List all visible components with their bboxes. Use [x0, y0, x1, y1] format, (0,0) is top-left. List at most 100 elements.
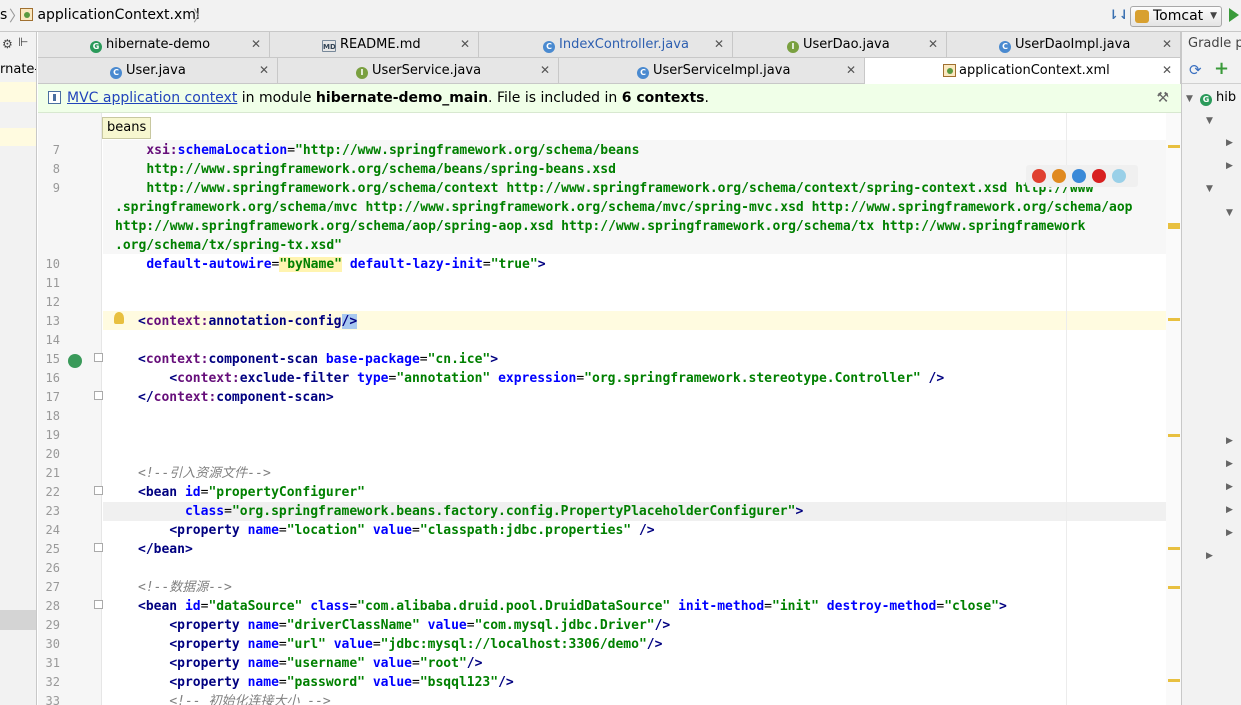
close-icon[interactable]: ✕: [846, 58, 856, 83]
chevron-right-icon[interactable]: ▶: [1226, 138, 1233, 148]
fold-icon[interactable]: [94, 486, 103, 495]
fold-icon[interactable]: [94, 543, 103, 552]
close-icon[interactable]: ✕: [1162, 32, 1172, 57]
tab-indexcontroller[interactable]: C IndexController.java ✕: [479, 32, 733, 58]
close-icon[interactable]: ✕: [259, 58, 269, 83]
build-icon[interactable]: ⇂⇃: [1108, 8, 1130, 23]
code-line: <property name="location" value="classpa…: [169, 523, 655, 538]
tab-hibernate-demo[interactable]: Ghibernate-demo ✕: [38, 32, 270, 58]
line-number: 31: [45, 656, 60, 670]
breadcrumb-separator: 〉: [193, 7, 209, 25]
chevron-right-icon[interactable]: ▶: [1226, 505, 1233, 515]
line-number: 17: [45, 390, 60, 404]
warning-marker[interactable]: [1168, 586, 1180, 589]
warning-marker[interactable]: [1168, 223, 1180, 229]
line-number: 20: [45, 447, 60, 461]
browser-preview-bar: [1026, 165, 1138, 187]
class-icon: C: [999, 41, 1011, 53]
gradle-module-icon: G: [90, 41, 102, 53]
close-icon[interactable]: ✕: [540, 58, 550, 83]
tomcat-icon: [1135, 10, 1149, 23]
close-icon[interactable]: ✕: [1162, 58, 1172, 83]
fold-icon[interactable]: [94, 600, 103, 609]
line-number: 26: [45, 561, 60, 575]
tab-userdao[interactable]: I UserDao.java ✕: [733, 32, 947, 58]
editor-tabs-row-2: C User.java ✕ I UserService.java ✕ C UserSe…: [38, 58, 1181, 85]
line-number: 14: [45, 333, 60, 347]
chrome-icon[interactable]: [1032, 169, 1046, 183]
lightbulb-icon[interactable]: [114, 312, 124, 324]
chevron-right-icon[interactable]: ▶: [1226, 528, 1233, 538]
gradle-root-node[interactable]: Ghib: [1200, 90, 1236, 106]
code-line: class="org.springframework.beans.factory…: [184, 504, 804, 519]
warning-marker[interactable]: [1168, 318, 1180, 321]
class-icon: C: [110, 67, 122, 79]
line-number: 9: [52, 181, 60, 195]
chevron-right-icon[interactable]: ▶: [1226, 459, 1233, 469]
gradle-toolbar: ⟳ +: [1182, 56, 1241, 84]
fold-icon[interactable]: [94, 391, 103, 400]
chevron-down-icon[interactable]: ▼: [1226, 208, 1233, 218]
chevron-down-icon[interactable]: ▼: [1186, 94, 1193, 104]
code-line: <bean id="propertyConfigurer": [138, 485, 365, 500]
tab-user[interactable]: C User.java ✕: [38, 58, 278, 84]
fold-icon[interactable]: [94, 353, 103, 362]
breadcrumb-current[interactable]: applicationContext.xml: [20, 7, 200, 23]
run-configuration-dropdown[interactable]: Tomcat ▼: [1130, 6, 1222, 27]
chevron-down-icon[interactable]: ▼: [1206, 116, 1213, 126]
line-number: 24: [45, 523, 60, 537]
breadcrumb-prev[interactable]: s: [0, 7, 7, 23]
project-panel: rnate-: [0, 32, 37, 705]
collapse-icon[interactable]: ⊩: [18, 35, 28, 49]
warning-marker[interactable]: [1168, 679, 1180, 682]
safari-icon[interactable]: [1072, 169, 1086, 183]
close-icon[interactable]: ✕: [251, 32, 261, 57]
line-number: 8: [52, 162, 60, 176]
firefox-icon[interactable]: [1052, 169, 1066, 183]
wrench-icon[interactable]: ⚒: [1156, 84, 1169, 112]
close-icon[interactable]: ✕: [928, 32, 938, 57]
line-number: 7: [52, 143, 60, 157]
code-editor[interactable]: 7 8 9 10 11 12 13 14 15 16 17 18 19 20 21 22 23 24 25 26 27 2…: [38, 113, 1181, 705]
spring-context-banner: MVC application context in module hibern…: [38, 84, 1181, 113]
settings-icon[interactable]: ⚙: [2, 37, 13, 51]
warning-marker[interactable]: [1168, 145, 1180, 148]
close-icon[interactable]: ✕: [714, 32, 724, 57]
spring-bean-icon[interactable]: [68, 354, 82, 368]
run-icon[interactable]: [1229, 8, 1239, 22]
tab-userserviceimpl[interactable]: C UserServiceImpl.java ✕: [559, 58, 865, 84]
line-number: 30: [45, 637, 60, 651]
chevron-right-icon[interactable]: ▶: [1226, 482, 1233, 492]
add-icon[interactable]: +: [1214, 58, 1229, 79]
warning-marker[interactable]: [1168, 547, 1180, 550]
close-icon[interactable]: ✕: [460, 32, 470, 57]
line-number: 32: [45, 675, 60, 689]
code-line: <bean id="dataSource" class="com.alibaba…: [138, 599, 1007, 614]
interface-icon: I: [787, 41, 799, 53]
opera-icon[interactable]: [1092, 169, 1106, 183]
tab-readme[interactable]: MD README.md ✕: [270, 32, 479, 58]
selected-row[interactable]: [0, 610, 36, 630]
chevron-right-icon[interactable]: ▶: [1206, 551, 1213, 561]
tab-applicationcontext[interactable]: applicationContext.xml ✕: [865, 58, 1181, 85]
mvc-context-link[interactable]: MVC application context: [67, 90, 237, 106]
error-stripe[interactable]: [1166, 113, 1181, 705]
chevron-right-icon[interactable]: ▶: [1226, 436, 1233, 446]
chevron-down-icon[interactable]: ▼: [1206, 184, 1213, 194]
class-icon: C: [543, 41, 555, 53]
tab-userdaoimpl[interactable]: C UserDaoImpl.java ✕: [947, 32, 1181, 58]
warning-marker[interactable]: [1168, 434, 1180, 437]
line-number: 21: [45, 466, 60, 480]
chevron-right-icon[interactable]: ▶: [1226, 161, 1233, 171]
xml-file-icon: [943, 64, 956, 77]
code-line: <property name="password" value="bsqql12…: [169, 675, 514, 690]
code-line: <!-- 初始化连接大小 -->: [169, 694, 331, 705]
project-tree-label[interactable]: rnate-: [0, 62, 36, 77]
refresh-icon[interactable]: ⟳: [1189, 61, 1202, 79]
ie-icon[interactable]: [1112, 169, 1126, 183]
code-line: .springframework.org/schema/mvc http://w…: [115, 200, 1133, 215]
highlight-row: [0, 82, 36, 102]
line-number: 11: [45, 276, 60, 290]
tab-userservice[interactable]: I UserService.java ✕: [278, 58, 559, 84]
tag-tooltip: beans: [102, 117, 152, 139]
